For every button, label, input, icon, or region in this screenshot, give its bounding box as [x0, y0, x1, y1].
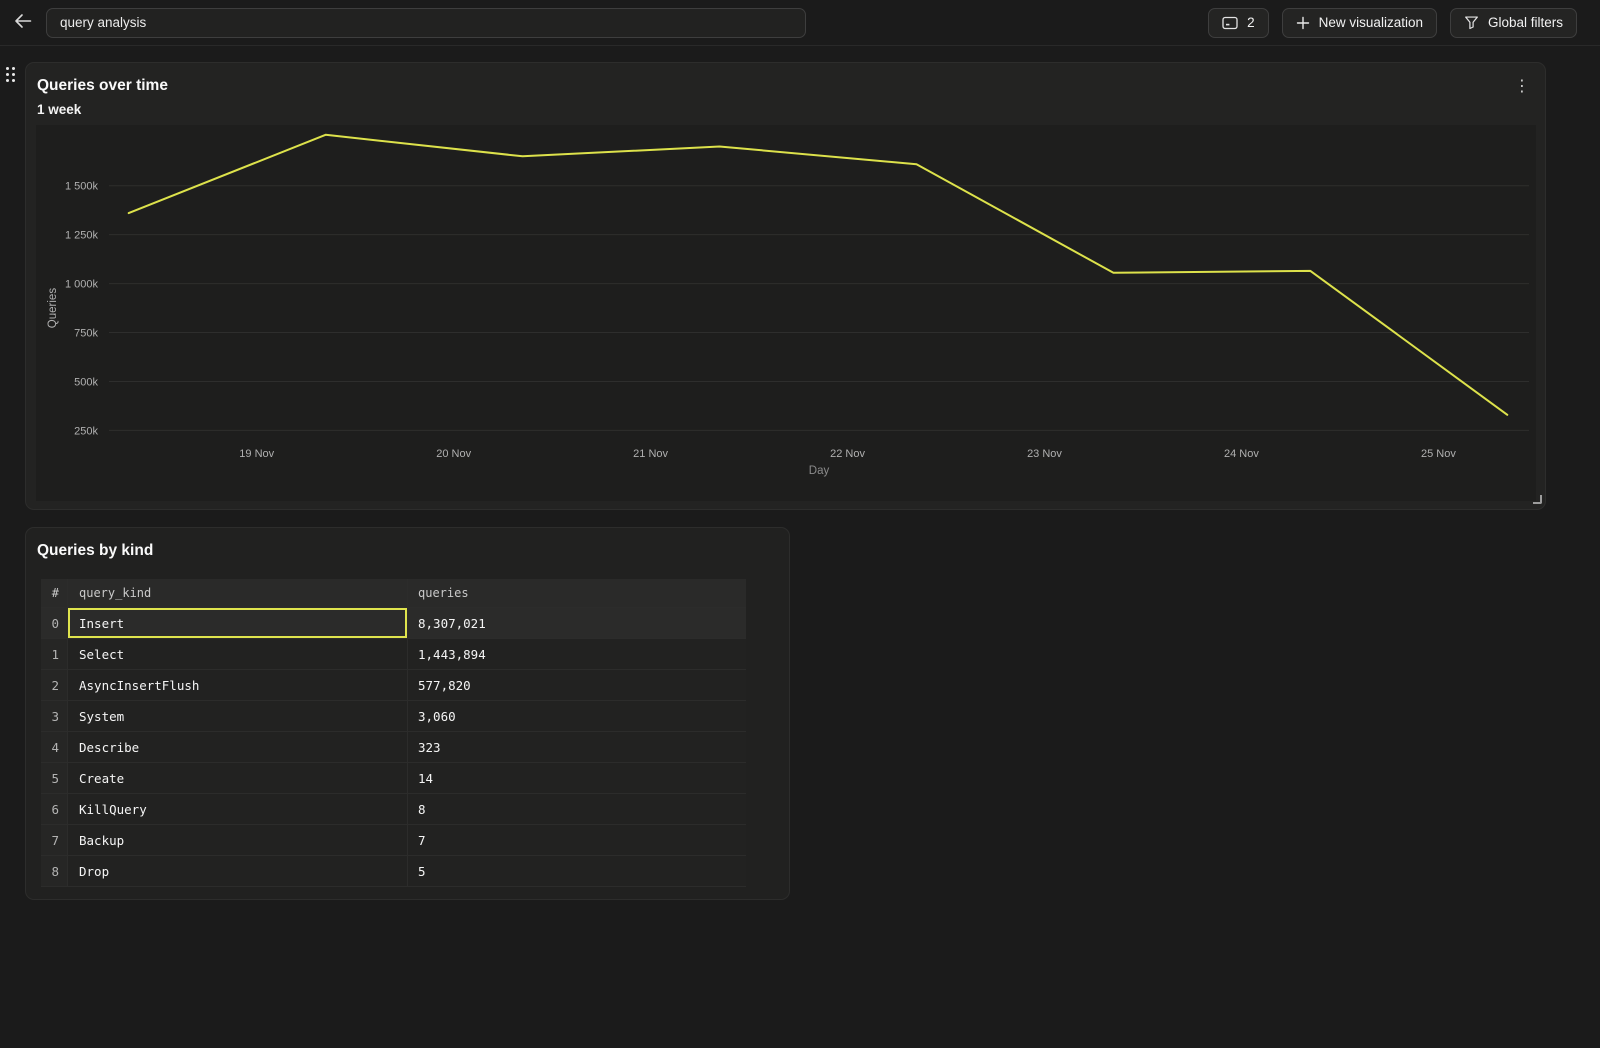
query-kind-cell[interactable]: Create [68, 763, 408, 793]
queries-by-kind-table: # query_kind queries 0Insert8,307,0211Se… [41, 579, 746, 887]
row-index-cell[interactable]: 8 [41, 856, 68, 886]
table-row: 4Describe323 [41, 732, 746, 763]
query-kind-cell[interactable]: Insert [68, 608, 408, 638]
queries-value-cell[interactable]: 14 [408, 763, 746, 793]
y-tick-label: 750k [74, 328, 98, 340]
panel-drag-handle-icon[interactable] [6, 67, 18, 84]
row-index-cell[interactable]: 0 [41, 608, 68, 638]
row-index-cell[interactable]: 2 [41, 670, 68, 700]
new-visualization-label: New visualization [1319, 15, 1423, 30]
row-index-cell[interactable]: 4 [41, 732, 68, 762]
y-tick-label: 1 500k [65, 181, 99, 193]
queries-value-cell[interactable]: 577,820 [408, 670, 746, 700]
queries-over-time-chart[interactable]: 250k 500k 750k 1 000k 1 250k 1 500k 19 Nov 20 N… [36, 125, 1536, 501]
table-row: 1Select1,443,894 [41, 639, 746, 670]
query-kind-cell[interactable]: Backup [68, 825, 408, 855]
x-tick-label: 22 Nov [830, 448, 865, 460]
global-filters-button[interactable]: Global filters [1450, 8, 1577, 38]
column-header-index: # [41, 579, 68, 607]
queries-line-series [129, 135, 1508, 415]
row-index-cell[interactable]: 1 [41, 639, 68, 669]
y-tick-label: 1 250k [65, 230, 99, 242]
top-bar: 2 New visualization Global filters [0, 0, 1600, 46]
queries-by-kind-panel: Queries by kind # query_kind queries 0In… [25, 527, 790, 900]
y-tick-label: 250k [74, 425, 98, 437]
dashboard-name-input[interactable] [46, 8, 806, 38]
query-kind-cell[interactable]: Describe [68, 732, 408, 762]
column-header-queries[interactable]: queries [408, 579, 746, 607]
table-row: 5Create14 [41, 763, 746, 794]
global-filters-label: Global filters [1488, 15, 1563, 30]
table-header-row: # query_kind queries [41, 579, 746, 608]
panel-icon [1222, 16, 1238, 30]
column-header-query-kind[interactable]: query_kind [68, 579, 408, 607]
table-row: 2AsyncInsertFlush577,820 [41, 670, 746, 701]
x-axis-title: Day [809, 465, 830, 477]
query-kind-cell[interactable]: Drop [68, 856, 408, 886]
x-tick-label: 25 Nov [1421, 448, 1456, 460]
x-tick-label: 23 Nov [1027, 448, 1062, 460]
x-tick-label: 24 Nov [1224, 448, 1259, 460]
visualizations-count-button[interactable]: 2 [1208, 8, 1269, 38]
queries-value-cell[interactable]: 323 [408, 732, 746, 762]
top-bar-actions: 2 New visualization Global filters [1208, 8, 1577, 38]
chart-panel-title: Queries over time [37, 77, 1545, 95]
row-index-cell[interactable]: 5 [41, 763, 68, 793]
new-visualization-button[interactable]: New visualization [1282, 8, 1437, 38]
query-kind-cell[interactable]: KillQuery [68, 794, 408, 824]
table-panel-title: Queries by kind [37, 542, 789, 560]
queries-value-cell[interactable]: 7 [408, 825, 746, 855]
back-button[interactable] [8, 11, 38, 34]
funnel-icon [1464, 15, 1479, 30]
queries-value-cell[interactable]: 1,443,894 [408, 639, 746, 669]
table-row: 8Drop5 [41, 856, 746, 887]
row-index-cell[interactable]: 3 [41, 701, 68, 731]
resize-handle-icon[interactable] [1533, 495, 1542, 504]
queries-value-cell[interactable]: 8,307,021 [408, 608, 746, 638]
table-row: 6KillQuery8 [41, 794, 746, 825]
table-body: 0Insert8,307,0211Select1,443,8942AsyncIn… [41, 608, 746, 887]
chart-panel-subtitle: 1 week [37, 102, 1545, 117]
kebab-menu-icon[interactable]: ⋮ [1510, 76, 1534, 96]
queries-value-cell[interactable]: 5 [408, 856, 746, 886]
back-arrow-icon [14, 13, 32, 32]
row-index-cell[interactable]: 7 [41, 825, 68, 855]
query-kind-cell[interactable]: AsyncInsertFlush [68, 670, 408, 700]
table-row: 3System3,060 [41, 701, 746, 732]
queries-value-cell[interactable]: 8 [408, 794, 746, 824]
y-tick-label: 500k [74, 376, 98, 388]
query-kind-cell[interactable]: Select [68, 639, 408, 669]
table-row: 7Backup7 [41, 825, 746, 856]
queries-chart-svg: 250k 500k 750k 1 000k 1 250k 1 500k 19 Nov 20 N… [36, 125, 1536, 501]
x-tick-label: 20 Nov [436, 448, 471, 460]
visualizations-count: 2 [1247, 15, 1255, 30]
plus-icon [1296, 16, 1310, 30]
queries-over-time-panel: Queries over time 1 week ⋮ 250k 500k 750k 1… [25, 62, 1546, 510]
y-axis-title: Queries [47, 288, 59, 329]
x-tick-label: 19 Nov [239, 448, 274, 460]
query-kind-cell[interactable]: System [68, 701, 408, 731]
row-index-cell[interactable]: 6 [41, 794, 68, 824]
queries-value-cell[interactable]: 3,060 [408, 701, 746, 731]
table-row: 0Insert8,307,021 [41, 608, 746, 639]
x-tick-label: 21 Nov [633, 448, 668, 460]
y-tick-label: 1 000k [65, 279, 99, 291]
